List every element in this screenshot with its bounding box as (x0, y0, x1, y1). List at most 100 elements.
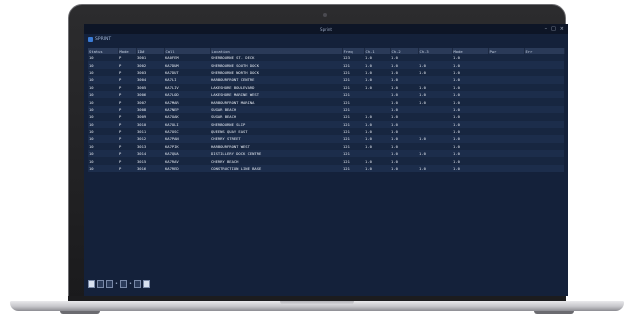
table-cell: DISTILLERY DOCK CENTRE (210, 150, 342, 158)
table-cell: 1.0 (364, 157, 390, 165)
table-cell: 1.0 (390, 113, 418, 121)
table-cell (488, 54, 524, 62)
table-row[interactable]: 10 P 3010 KA7OLI SHERBOURNE SLIP 121 1.0 1.0 1.0 (88, 120, 564, 128)
table-cell: 1.0 (452, 120, 488, 128)
table-cell: 1.0 (418, 90, 452, 99)
maximize-icon[interactable]: □ (551, 26, 556, 32)
table-cell: 10 (88, 120, 118, 128)
minimize-icon[interactable]: – (545, 26, 548, 32)
table-cell: 1.0 (452, 164, 488, 173)
grid-view-icon[interactable] (88, 280, 95, 288)
table-cell: 1.0 (452, 113, 488, 121)
table-cell: 1.0 (390, 157, 418, 165)
list-view-icon[interactable] (97, 280, 104, 288)
table-cell: KA7QUA (164, 150, 210, 158)
table-cell: SHERBOURNE ST. DECK (210, 54, 342, 62)
table-cell (524, 54, 564, 62)
table-cell: P (118, 68, 136, 77)
table-cell (524, 98, 564, 106)
table-cell: 1.0 (390, 120, 418, 128)
table-cell: 3006 (136, 90, 164, 99)
table-cell (524, 105, 564, 114)
table-row[interactable]: 10 P 3015 KA7RAV CHERRY BEACH 121 1.0 1.0 1.0 (88, 157, 564, 165)
table-cell: SHERBOURNE SLIP (210, 120, 342, 128)
table-row[interactable]: 10 P 3001 KA0FEM SHERBOURNE ST. DECK 123 1.0 1.… (88, 54, 564, 62)
table-row[interactable]: 10 P 3006 KA7LOD LAKESHORE MARINE WEST 121 1.0… (88, 90, 564, 99)
table-cell: 1.0 (390, 150, 418, 158)
table-cell: 10 (88, 54, 118, 62)
table-row[interactable]: 10 P 3016 KA7RED CONSTRUCTION LINE BASE 121 1.… (88, 164, 564, 173)
table-cell: 121 (342, 120, 364, 128)
table-cell: KA7MAR (164, 98, 210, 106)
export-icon[interactable] (142, 280, 150, 288)
close-icon[interactable]: × (560, 26, 564, 32)
table-cell: 121 (342, 127, 364, 136)
table-row[interactable]: 10 P 3007 KA7MAR HARBOURFRONT MARINA 121 1.0 1.… (88, 98, 564, 106)
table-cell: 121 (342, 135, 364, 143)
table-cell: 1.0 (418, 150, 452, 158)
table-cell: 3012 (136, 135, 164, 143)
table-cell: 1.0 (418, 164, 452, 173)
table-row[interactable]: 10 P 3005 KA7LIV LAKESHORE BOULEVARD 121 1.0 1.… (88, 83, 564, 91)
table-cell: 121 (342, 61, 364, 69)
table-cell (418, 127, 452, 136)
table-cell: 3010 (136, 120, 164, 128)
table-cell: LAKESHORE BOULEVARD (210, 83, 342, 91)
table-row[interactable]: 10 P 3013 KA7PIK HARBOURFRONT WEST 121 1.0 1.0 1… (88, 142, 564, 151)
table-cell (488, 83, 524, 91)
table-cell: 1.0 (390, 61, 418, 69)
window-title: Sprint (320, 26, 332, 32)
table-row[interactable]: 10 P 3009 KA7OAK SUGAR BEACH 121 1.0 1.0 1.0 (88, 113, 564, 121)
table-cell: 3011 (136, 127, 164, 136)
table-cell: KA7NEP (164, 105, 210, 114)
table-row[interactable]: 10 P 3004 KA7LI HARBOURFRONT CENTRE 121 1.0 1.0… (88, 76, 564, 84)
table-cell: 3014 (136, 150, 164, 158)
table-cell: P (118, 150, 136, 158)
table-row[interactable]: 10 P 3011 KA7OSC QUEENS QUAY EAST 121 1.0 1.0 1.… (88, 127, 564, 136)
table-cell: 1.0 (452, 98, 488, 106)
table-cell: P (118, 142, 136, 151)
table-cell: 1.0 (364, 127, 390, 136)
table-cell: HARBOURFRONT CENTRE (210, 76, 342, 84)
table-row[interactable]: 10 P 3003 KA7DUT SHERBOURNE NORTH DOCK 121 1.0… (88, 68, 564, 77)
table-cell: KA7LIV (164, 83, 210, 91)
table-cell: 1.0 (390, 68, 418, 77)
table-cell (488, 135, 524, 143)
table-cell (488, 68, 524, 77)
table-cell: 1.0 (452, 68, 488, 77)
table-cell (488, 150, 524, 158)
table-cell: KA7RAV (164, 157, 210, 165)
table-cell: LAKESHORE MARINE WEST (210, 90, 342, 99)
table-cell: P (118, 127, 136, 136)
table-cell (488, 90, 524, 99)
table-cell: P (118, 83, 136, 91)
table-cell (524, 120, 564, 128)
table-cell (418, 105, 452, 114)
table-cell (364, 90, 390, 99)
table-row[interactable]: 10 P 3008 KA7NEP SUGAR BEACH 121 1.0 1.0 (88, 105, 564, 114)
table-cell (524, 83, 564, 91)
app-label: SPRINT (88, 37, 111, 42)
table-cell: 1.0 (418, 83, 452, 91)
table-row[interactable]: 10 P 3002 KA7DUM SHERBOURNE SOUTH DOCK 121 1.0… (88, 61, 564, 69)
toolbar-separator: • (115, 281, 118, 287)
table-row[interactable]: 10 P 3012 KA7PAN CHERRY STREET 121 1.0 1.0 1.0 1.… (88, 135, 564, 143)
table-cell: KA7DUT (164, 68, 210, 77)
table-cell: 121 (342, 113, 364, 121)
table-cell: 1.0 (364, 76, 390, 84)
table-cell: 1.0 (364, 54, 390, 62)
filter-icon[interactable] (106, 280, 113, 288)
table-cell: 1.0 (452, 54, 488, 62)
table-cell (524, 164, 564, 173)
table-cell: 1.0 (390, 105, 418, 114)
table-row[interactable]: 10 P 3014 KA7QUA DISTILLERY DOCK CENTRE 121 1.… (88, 150, 564, 158)
table-cell: KA7RED (164, 164, 210, 173)
table-cell (524, 113, 564, 121)
table-cell (364, 105, 390, 114)
page-icon[interactable] (133, 280, 141, 288)
sort-icon[interactable] (119, 280, 127, 288)
table-cell: P (118, 98, 136, 106)
table-cell: P (118, 113, 136, 121)
table-cell: 10 (88, 157, 118, 165)
table-cell: 3008 (136, 105, 164, 114)
